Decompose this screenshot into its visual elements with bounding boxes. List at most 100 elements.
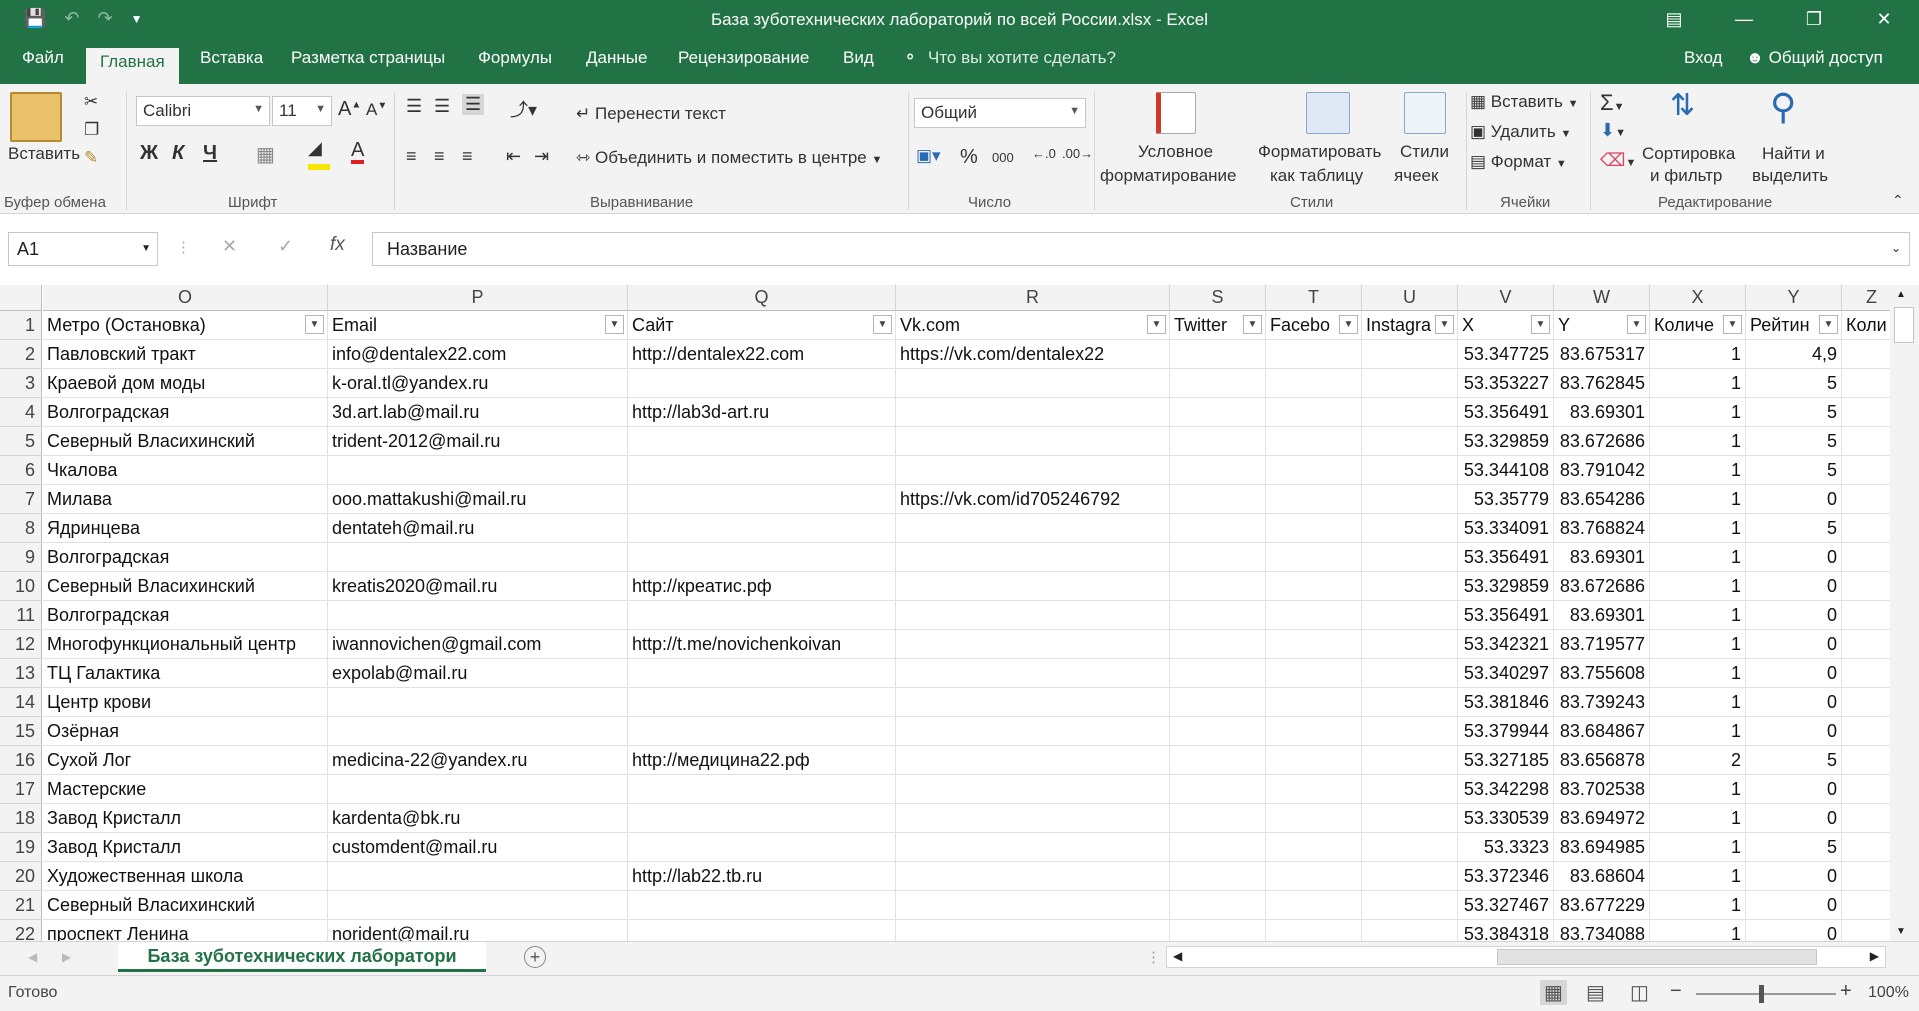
row-header[interactable]: 5 xyxy=(0,427,42,456)
restore-button[interactable]: ❐ xyxy=(1779,0,1849,38)
table-cell[interactable] xyxy=(1266,891,1362,920)
column-header-y[interactable]: Y xyxy=(1746,285,1842,311)
table-cell[interactable] xyxy=(1266,920,1362,941)
column-header-r[interactable]: R xyxy=(896,285,1170,311)
table-cell[interactable] xyxy=(628,514,896,543)
table-cell[interactable] xyxy=(1842,717,1890,746)
cell-styles-icon[interactable] xyxy=(1404,92,1446,134)
table-cell[interactable]: 1 xyxy=(1650,456,1746,485)
table-cell[interactable] xyxy=(896,775,1170,804)
format-painter-icon[interactable]: ✎ xyxy=(84,148,98,168)
ribbon-display-options-icon[interactable]: ▤ xyxy=(1639,0,1709,38)
tab-splitter-icon[interactable]: ⋮ xyxy=(1146,948,1161,966)
table-cell[interactable]: trident-2012@mail.ru xyxy=(328,427,628,456)
table-cell[interactable] xyxy=(896,456,1170,485)
column-header-x[interactable]: X xyxy=(1650,285,1746,311)
cell-styles-label2[interactable]: ячеек xyxy=(1394,166,1438,186)
table-cell[interactable] xyxy=(328,717,628,746)
format-as-table-icon[interactable] xyxy=(1306,92,1350,134)
table-cell[interactable] xyxy=(628,688,896,717)
row-header[interactable]: 14 xyxy=(0,688,42,717)
table-cell[interactable]: 53.342321 xyxy=(1458,630,1554,659)
row-header[interactable]: 11 xyxy=(0,601,42,630)
table-cell[interactable]: 83.672686 xyxy=(1554,572,1650,601)
scroll-left-icon[interactable]: ◀ xyxy=(1173,949,1182,963)
table-cell[interactable]: expolab@mail.ru xyxy=(328,659,628,688)
table-cell[interactable] xyxy=(896,514,1170,543)
table-cell[interactable] xyxy=(1266,630,1362,659)
table-cell[interactable] xyxy=(328,775,628,804)
table-cell[interactable] xyxy=(1842,543,1890,572)
table-cell[interactable] xyxy=(1266,398,1362,427)
table-cell[interactable]: http://dentalex22.com xyxy=(628,340,896,369)
table-cell[interactable] xyxy=(1362,340,1458,369)
table-cell[interactable]: 0 xyxy=(1746,920,1842,941)
currency-icon[interactable]: ▣▾ xyxy=(916,146,941,166)
table-cell[interactable]: norident@mail.ru xyxy=(328,920,628,941)
header-cell[interactable]: Y ▼ xyxy=(1554,311,1650,340)
table-cell[interactable]: 0 xyxy=(1746,572,1842,601)
table-cell[interactable]: 1 xyxy=(1650,804,1746,833)
table-cell[interactable] xyxy=(1842,572,1890,601)
vertical-scrollbar[interactable]: ▲ ▼ xyxy=(1890,285,1919,941)
table-cell[interactable] xyxy=(896,369,1170,398)
table-cell[interactable]: 83.791042 xyxy=(1554,456,1650,485)
scroll-right-icon[interactable]: ▶ xyxy=(1870,949,1879,963)
zoom-slider[interactable] xyxy=(1696,993,1836,995)
filter-dropdown-icon[interactable]: ▼ xyxy=(1339,315,1358,334)
row-header[interactable]: 17 xyxy=(0,775,42,804)
increase-indent-icon[interactable]: ⇥ xyxy=(534,146,549,167)
filter-dropdown-icon[interactable]: ▼ xyxy=(1531,315,1550,334)
table-cell[interactable]: 53.344108 xyxy=(1458,456,1554,485)
table-cell[interactable] xyxy=(1362,659,1458,688)
table-cell[interactable] xyxy=(1842,862,1890,891)
table-cell[interactable]: https://vk.com/id705246792 xyxy=(896,485,1170,514)
table-cell[interactable] xyxy=(896,572,1170,601)
table-cell[interactable] xyxy=(628,804,896,833)
increase-font-icon[interactable]: A▲ xyxy=(338,98,361,121)
table-cell[interactable] xyxy=(1362,369,1458,398)
table-cell[interactable] xyxy=(1170,427,1266,456)
insert-function-icon[interactable]: fx xyxy=(330,234,345,256)
format-as-table-label2[interactable]: как таблицу xyxy=(1270,166,1363,186)
table-cell[interactable]: 1 xyxy=(1650,485,1746,514)
next-sheet-icon[interactable]: ▶ xyxy=(62,950,71,964)
name-box[interactable]: A1 ▼ xyxy=(8,232,158,266)
row-header[interactable]: 20 xyxy=(0,862,42,891)
conditional-formatting-icon[interactable] xyxy=(1156,92,1196,134)
borders-icon[interactable]: ▦ xyxy=(256,142,275,167)
table-cell[interactable] xyxy=(1266,688,1362,717)
table-cell[interactable] xyxy=(1362,746,1458,775)
table-cell[interactable] xyxy=(1170,659,1266,688)
table-cell[interactable]: 5 xyxy=(1746,369,1842,398)
table-cell[interactable] xyxy=(1362,630,1458,659)
row-header[interactable]: 19 xyxy=(0,833,42,862)
page-break-view-icon[interactable]: ◫ xyxy=(1630,980,1649,1005)
column-header-v[interactable]: V xyxy=(1458,285,1554,311)
table-cell[interactable] xyxy=(896,746,1170,775)
table-cell[interactable] xyxy=(1842,427,1890,456)
table-cell[interactable] xyxy=(1362,775,1458,804)
header-cell[interactable]: X ▼ xyxy=(1458,311,1554,340)
autosum-icon[interactable]: Σ▼ xyxy=(1600,90,1625,116)
row-header[interactable]: 21 xyxy=(0,891,42,920)
table-cell[interactable]: ТЦ Галактика xyxy=(43,659,328,688)
table-cell[interactable]: 0 xyxy=(1746,659,1842,688)
table-cell[interactable] xyxy=(1170,572,1266,601)
header-cell[interactable]: Коли xyxy=(1842,311,1890,340)
table-cell[interactable]: 4,9 xyxy=(1746,340,1842,369)
filter-dropdown-icon[interactable]: ▼ xyxy=(1435,315,1454,334)
table-cell[interactable] xyxy=(1842,775,1890,804)
sheet-tab-active[interactable]: База зуботехнических лаборатори xyxy=(118,942,486,972)
row-header[interactable]: 15 xyxy=(0,717,42,746)
table-cell[interactable]: 1 xyxy=(1650,659,1746,688)
table-cell[interactable] xyxy=(1842,891,1890,920)
table-cell[interactable]: Милава xyxy=(43,485,328,514)
table-cell[interactable]: ooo.mattakushi@mail.ru xyxy=(328,485,628,514)
table-cell[interactable]: Озёрная xyxy=(43,717,328,746)
table-cell[interactable] xyxy=(1170,775,1266,804)
table-cell[interactable]: 1 xyxy=(1650,833,1746,862)
table-cell[interactable] xyxy=(328,688,628,717)
header-cell[interactable]: Email ▼ xyxy=(328,311,628,340)
font-size-select[interactable]: 11 ▼ xyxy=(272,96,332,126)
